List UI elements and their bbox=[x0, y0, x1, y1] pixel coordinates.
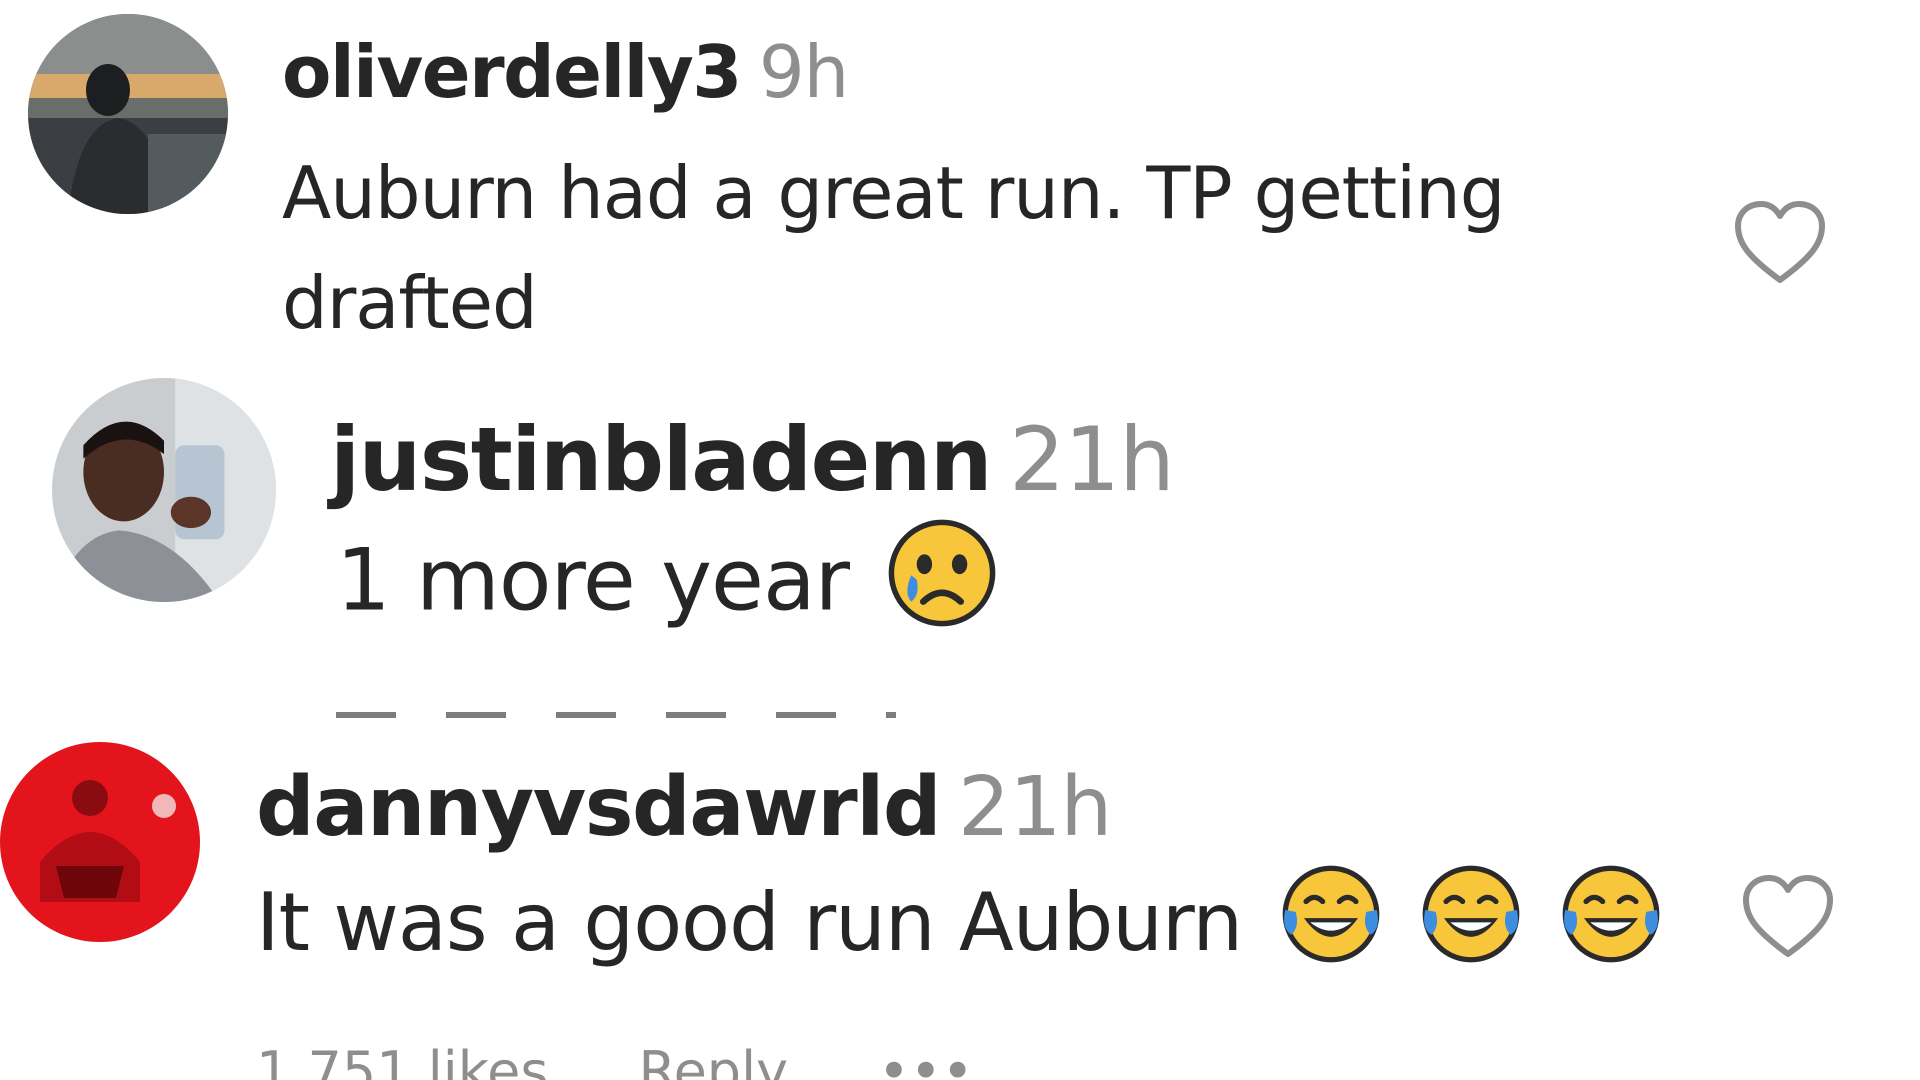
comment-time: 21h bbox=[1009, 408, 1175, 511]
comment-text-content: It was a good run Auburn bbox=[256, 875, 1243, 969]
comment-username[interactable]: dannyvsdawrld 21h bbox=[256, 760, 1112, 855]
likes-count[interactable]: 1,751 likes bbox=[256, 1040, 548, 1080]
profile-photo-icon bbox=[52, 378, 276, 602]
tears-of-joy-icon bbox=[1279, 862, 1383, 994]
avatar[interactable] bbox=[28, 14, 228, 214]
avatar[interactable] bbox=[52, 378, 276, 602]
more-options-button[interactable]: ••• bbox=[878, 1040, 974, 1080]
avatar[interactable] bbox=[0, 742, 200, 942]
username-text[interactable]: justinbladenn bbox=[330, 408, 993, 511]
profile-photo-icon bbox=[28, 14, 228, 214]
comment-username[interactable]: justinbladenn 21h bbox=[330, 408, 1175, 511]
comments-panel: oliverdelly3 9h Auburn had a great run. T… bbox=[0, 0, 1920, 1080]
comment-time: 21h bbox=[958, 760, 1112, 855]
divider-line bbox=[336, 712, 896, 718]
comment-text-content: 1 more year bbox=[336, 530, 850, 631]
comment-text: 1 more year bbox=[336, 518, 997, 654]
tears-of-joy-icon bbox=[1559, 862, 1663, 994]
comment-text: Auburn had a great run. TP getting draft… bbox=[282, 151, 1505, 345]
comment-text: It was a good run Auburn bbox=[256, 862, 1663, 994]
comment-username[interactable]: oliverdelly3 9h bbox=[282, 30, 849, 114]
heart-outline-icon[interactable] bbox=[1730, 198, 1830, 288]
crying-face-icon bbox=[887, 518, 997, 654]
heart-outline-icon[interactable] bbox=[1738, 872, 1838, 962]
username-text[interactable]: oliverdelly3 bbox=[282, 30, 742, 114]
comment-time: 9h bbox=[758, 30, 849, 114]
username-text[interactable]: dannyvsdawrld bbox=[256, 760, 942, 855]
profile-photo-icon bbox=[0, 742, 200, 942]
comment-meta: 1,751 likes Reply ••• bbox=[256, 1040, 1064, 1080]
tears-of-joy-icon bbox=[1419, 862, 1523, 994]
reply-button[interactable]: Reply bbox=[638, 1040, 788, 1080]
